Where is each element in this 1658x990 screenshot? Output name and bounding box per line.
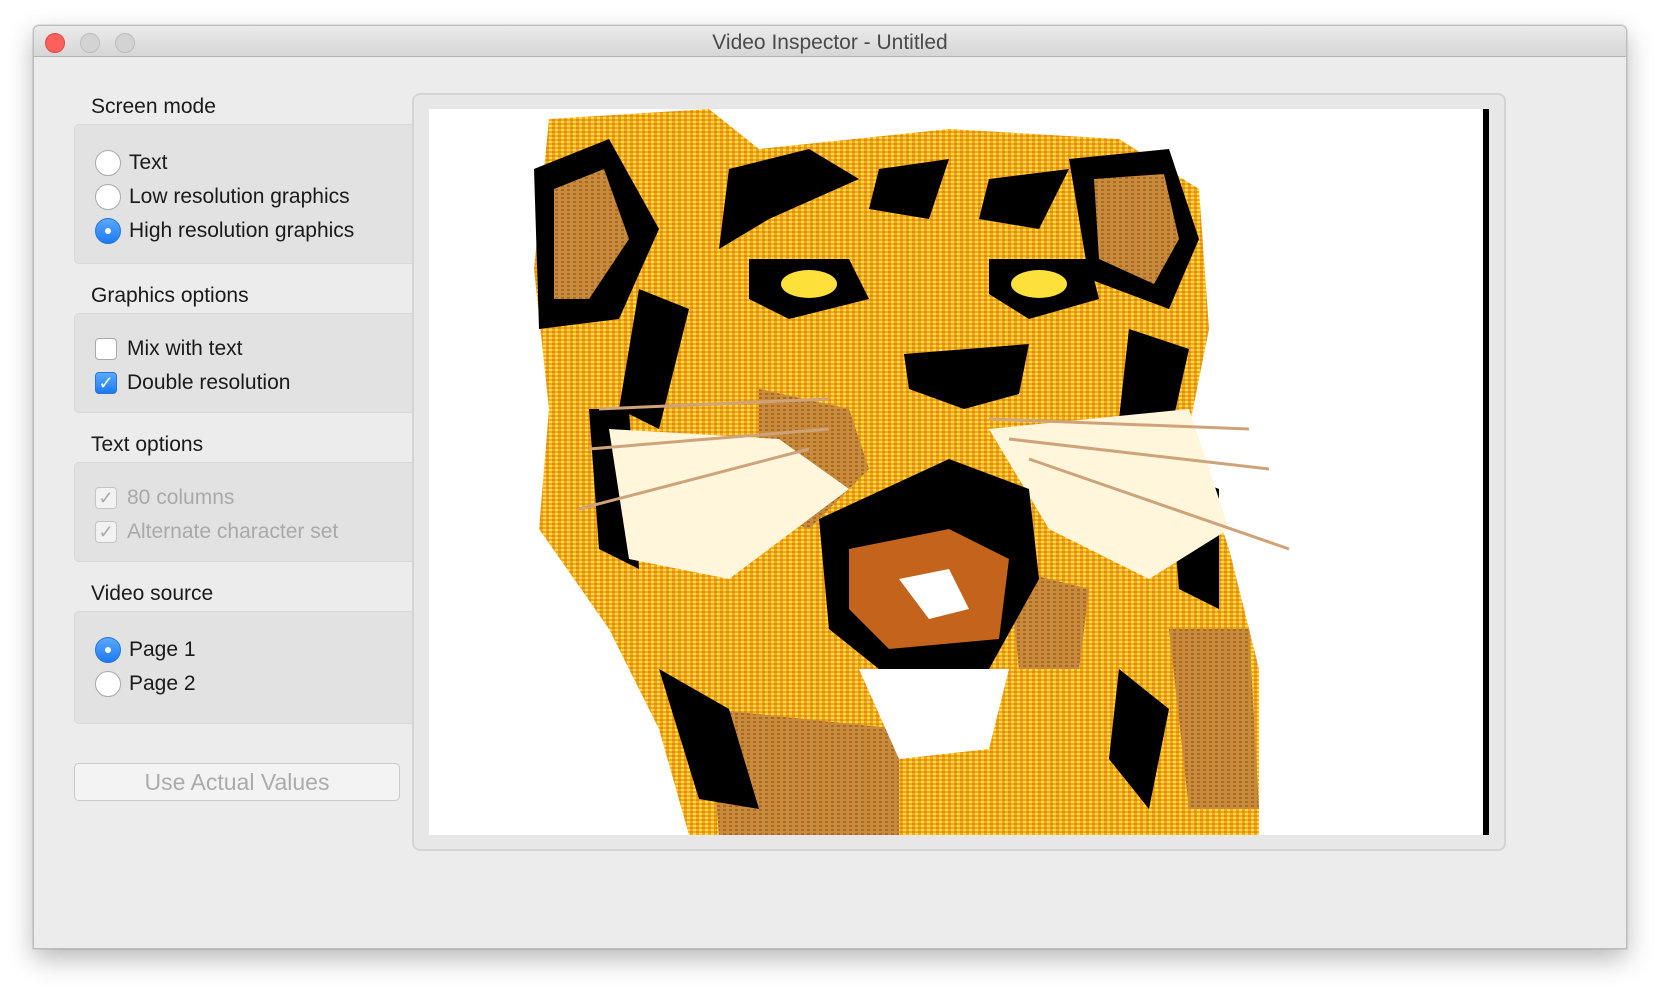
video-inspector-window: Video Inspector - Untitled Screen mode T… [33, 25, 1627, 949]
use-actual-values-button[interactable]: Use Actual Values [74, 763, 400, 801]
radio-low-resolution-label: Low resolution graphics [129, 185, 350, 208]
radio-page-2-label: Page 2 [129, 672, 196, 695]
80-columns-label: 80 columns [127, 486, 235, 509]
text-options-group: ✓ 80 columns ✓ Alternate character set [74, 462, 422, 562]
graphics-options-title: Graphics options [91, 284, 249, 307]
radio-high-resolution-button[interactable] [95, 218, 121, 244]
80-columns-checkbox: ✓ [95, 487, 117, 509]
checkbox-double-resolution[interactable]: ✓ Double resolution [95, 366, 290, 400]
radio-high-resolution-graphics[interactable]: High resolution graphics [95, 214, 354, 248]
radio-low-resolution-button[interactable] [95, 184, 121, 210]
window-title: Video Inspector - Untitled [712, 31, 948, 54]
double-resolution-checkbox[interactable]: ✓ [95, 372, 117, 394]
video-source-title: Video source [91, 582, 214, 605]
radio-page-1-button[interactable] [95, 637, 121, 663]
radio-text-label: Text [129, 151, 168, 174]
mix-with-text-checkbox[interactable] [95, 338, 117, 360]
text-options-title: Text options [91, 433, 204, 456]
checkbox-80-columns: ✓ 80 columns [95, 481, 234, 515]
mix-with-text-label: Mix with text [127, 337, 243, 360]
radio-high-resolution-label: High resolution graphics [129, 219, 355, 242]
video-preview-screen [429, 109, 1489, 835]
checkbox-alternate-character-set: ✓ Alternate character set [95, 515, 338, 549]
radio-page-1[interactable]: Page 1 [95, 633, 196, 667]
screen-mode-group: Text Low resolution graphics High resolu… [74, 124, 422, 264]
double-resolution-label: Double resolution [127, 371, 291, 394]
radio-page-2-button[interactable] [95, 671, 121, 697]
radio-page-1-label: Page 1 [129, 638, 196, 661]
video-source-group: Page 1 Page 2 [74, 611, 422, 724]
radio-page-2[interactable]: Page 2 [95, 667, 196, 701]
alternate-character-set-label: Alternate character set [127, 520, 339, 543]
alternate-character-set-checkbox: ✓ [95, 521, 117, 543]
radio-text-button[interactable] [95, 150, 121, 176]
checkbox-mix-with-text[interactable]: Mix with text [95, 332, 243, 366]
screen-mode-title: Screen mode [91, 95, 216, 118]
graphics-options-group: Mix with text ✓ Double resolution [74, 313, 422, 413]
video-preview-frame [412, 93, 1506, 851]
tiger-icon [534, 109, 1489, 835]
title-bar[interactable]: Video Inspector - Untitled [34, 26, 1626, 57]
radio-low-resolution-graphics[interactable]: Low resolution graphics [95, 180, 350, 214]
radio-text[interactable]: Text [95, 146, 168, 180]
